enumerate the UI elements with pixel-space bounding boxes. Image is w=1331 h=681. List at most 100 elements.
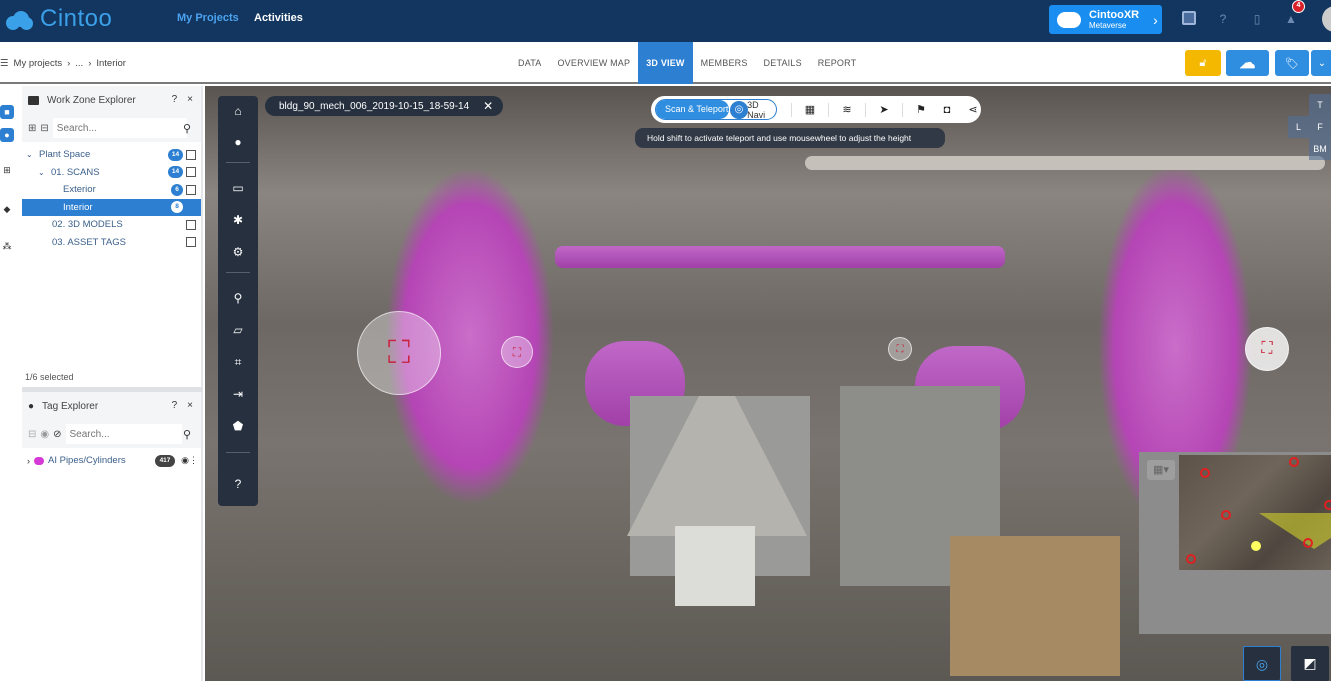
hierarchy-icon[interactable]: ⊞: [0, 163, 14, 177]
scan-location-marker[interactable]: [1200, 468, 1210, 478]
breadcrumb-ellipsis[interactable]: ...: [75, 58, 83, 69]
location-pin-icon[interactable]: ⚲: [230, 290, 246, 306]
view-cube-front[interactable]: F: [1309, 116, 1331, 138]
expand-all-icon[interactable]: ⊞: [28, 123, 36, 134]
work-zone-search-input[interactable]: [52, 118, 187, 138]
more-options-icon[interactable]: ⋮: [189, 455, 198, 466]
clock-icon[interactable]: ●: [230, 134, 246, 150]
view-cube-left[interactable]: L: [1288, 116, 1309, 138]
bell-icon[interactable]: ▲: [1283, 11, 1299, 27]
help-icon[interactable]: ?: [172, 400, 178, 411]
share-icon[interactable]: ⋖: [965, 102, 981, 118]
tree-item-scans[interactable]: ⌄ 01. SCANS 14: [22, 164, 201, 182]
flag-icon[interactable]: ⚑: [913, 102, 929, 118]
eye-icon[interactable]: ◉: [181, 455, 189, 466]
scan-location-marker[interactable]: [1221, 510, 1231, 520]
copy-icon[interactable]: ⊟: [28, 429, 36, 440]
tag-search-input[interactable]: [65, 424, 182, 444]
notes-icon[interactable]: [1182, 11, 1198, 27]
layers-icon[interactable]: ≋: [839, 102, 855, 118]
checkbox[interactable]: [186, 237, 196, 248]
minimap[interactable]: ▦▾: [1139, 452, 1331, 634]
tag-button[interactable]: 🏷︎: [1275, 50, 1309, 76]
cube-icon[interactable]: ◆: [0, 202, 14, 216]
user-avatar[interactable]: [1322, 6, 1331, 32]
import-icon[interactable]: ⇥: [230, 386, 246, 402]
settings-icon[interactable]: ⚙: [230, 244, 246, 260]
collapse-all-icon[interactable]: ⊟: [40, 123, 48, 134]
scan-name-pill: bldg_90_mech_006_2019-10-15_18-59-14 ✕: [265, 96, 504, 116]
grid-icon[interactable]: ▦: [802, 102, 818, 118]
mode-3d-navi[interactable]: 3D Navi: [747, 100, 776, 120]
tab-report[interactable]: REPORT: [810, 42, 865, 84]
scan-location-marker[interactable]: [1324, 500, 1331, 510]
cintoo-logo[interactable]: Cintoo: [4, 5, 112, 33]
tree-item-exterior[interactable]: Exterior 6: [22, 181, 201, 199]
tab-members[interactable]: MEMBERS: [693, 42, 756, 84]
tab-3d-view[interactable]: 3D VIEW: [638, 42, 693, 84]
scan-position-marker[interactable]: ⛶: [501, 336, 533, 368]
eye-off-icon[interactable]: ⊘: [53, 429, 61, 440]
sync-button[interactable]: ☁: [1226, 50, 1269, 76]
nav-activities[interactable]: Activities: [254, 12, 303, 24]
chevron-down-icon[interactable]: ⌄: [26, 150, 36, 159]
grid-toggle-icon[interactable]: ▦▾: [1147, 460, 1175, 480]
home-icon[interactable]: ⌂: [230, 103, 246, 119]
close-icon[interactable]: ×: [187, 400, 193, 411]
view-cube-top[interactable]: T: [1309, 94, 1331, 116]
scan-location-marker[interactable]: [1303, 538, 1313, 548]
checkbox[interactable]: [186, 167, 196, 178]
pipe: [805, 156, 1325, 170]
tag-item[interactable]: › AI Pipes/Cylinders 417 ◉ ⋮: [22, 452, 201, 470]
close-icon[interactable]: ✕: [483, 99, 493, 113]
breadcrumb-my-projects[interactable]: My projects: [14, 58, 63, 69]
cursor-icon[interactable]: ➤: [876, 102, 892, 118]
tags-icon[interactable]: ●: [0, 128, 14, 142]
checkbox[interactable]: [186, 219, 196, 230]
help-icon[interactable]: ?: [230, 476, 246, 492]
model-icon[interactable]: ⬟: [230, 418, 246, 434]
tab-details[interactable]: DETAILS: [756, 42, 810, 84]
crop-icon[interactable]: ⌗: [230, 354, 246, 370]
search-icon[interactable]: ⚲: [183, 428, 191, 441]
folder-icon[interactable]: ■: [0, 105, 14, 119]
tab-data[interactable]: DATA: [510, 42, 549, 84]
close-icon[interactable]: ×: [187, 94, 193, 105]
tree-item-plant-space[interactable]: ⌄ Plant Space 14: [22, 146, 201, 164]
document-icon[interactable]: ▯: [1249, 11, 1265, 27]
monitor-icon[interactable]: ▭: [230, 180, 246, 196]
scan-location-marker[interactable]: [1289, 457, 1299, 467]
scan-position-marker[interactable]: ⛶: [888, 337, 912, 361]
scan-position-marker[interactable]: ⛶: [1245, 327, 1289, 371]
nav-my-projects[interactable]: My Projects: [177, 12, 239, 24]
menu-icon[interactable]: ☰: [0, 58, 9, 69]
cluster-icon[interactable]: ⁂: [0, 239, 14, 253]
ruler-icon[interactable]: ▱: [230, 322, 246, 338]
tab-overview-map[interactable]: OVERVIEW MAP: [549, 42, 638, 84]
teleport-mode-button[interactable]: ◎: [1243, 646, 1281, 681]
tree-item-interior[interactable]: Interior 8: [22, 198, 201, 216]
help-icon[interactable]: ?: [172, 94, 178, 105]
chevron-down-icon[interactable]: ⌄: [38, 168, 48, 177]
checkbox[interactable]: [186, 184, 196, 195]
chevron-right-icon[interactable]: ›: [27, 456, 30, 466]
scan-location-marker[interactable]: [1186, 554, 1196, 564]
cintoo-xr-button[interactable]: CintooXR Metaverse ›: [1049, 5, 1162, 34]
tree-item-3d-models[interactable]: 02. 3D MODELS: [22, 216, 201, 234]
3d-viewer[interactable]: ⌂ ● ▭ ✱ ⚙ ⚲ ▱ ⌗ ⇥ ⬟ ? bldg_90_mech_006_2…: [205, 86, 1331, 681]
view-cube-bottom[interactable]: BM: [1309, 138, 1331, 160]
navigation-mode-toggle[interactable]: Scan & Teleport ◎ 3D Navi: [655, 99, 777, 120]
separator: [226, 272, 250, 273]
camera-icon[interactable]: ◘: [939, 102, 955, 118]
checkbox[interactable]: [186, 149, 196, 160]
help-icon[interactable]: ?: [1215, 11, 1231, 27]
scan-position-marker[interactable]: ⛶: [357, 311, 441, 395]
minimap-toggle-button[interactable]: ◩: [1291, 646, 1329, 681]
eye-icon[interactable]: ◉: [40, 429, 49, 440]
tag-dropdown-button[interactable]: ⌄: [1311, 50, 1331, 76]
camera-settings-icon[interactable]: ✱: [230, 212, 246, 228]
mode-scan-teleport[interactable]: Scan & Teleport: [656, 100, 730, 119]
search-icon[interactable]: ⚲: [183, 122, 191, 135]
tree-item-asset-tags[interactable]: 03. ASSET TAGS: [22, 234, 201, 252]
lock-button[interactable]: 🔓︎: [1185, 50, 1221, 76]
